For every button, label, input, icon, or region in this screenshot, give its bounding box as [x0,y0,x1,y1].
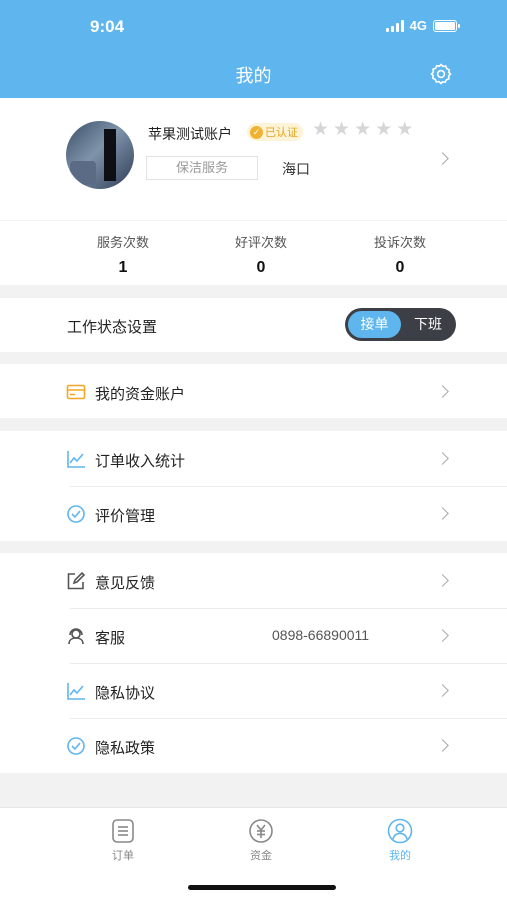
tab-orders[interactable]: 订单 [83,818,163,863]
yuan-icon [249,819,273,843]
certified-badge: ✓ 已认证 [247,123,303,141]
menu-label: 我的资金账户 [95,386,186,403]
star-icon: ★ [333,119,351,140]
profile-card[interactable]: 苹果测试账户 ✓ 已认证 ★ ★ ★ ★ ★ 保洁服务 海口 [0,98,507,220]
certified-icon: ✓ [250,125,263,139]
chevron-right-icon [436,507,449,520]
account-name: 苹果测试账户 [148,126,232,142]
menu-label: 隐私政策 [95,740,156,757]
edit-note-icon [67,571,86,590]
stat-good-review-count: 好评次数 0 [201,232,321,277]
menu-item-review-management[interactable]: 评价管理 [0,486,507,541]
battery-icon [433,19,460,32]
stats-bar: 服务次数 1 好评次数 0 投诉次数 0 [0,221,507,285]
star-icon: ★ [375,119,393,140]
rating-stars: ★ ★ ★ ★ ★ [312,120,413,140]
toggle-accept-orders[interactable]: 接单 [348,311,401,338]
signal-icon [385,19,404,32]
work-status-toggle[interactable]: 接单 下班 [345,308,456,341]
status-indicators: 4G [385,18,460,33]
stat-label: 服务次数 [96,235,149,250]
menu-item-income-stats[interactable]: 订单收入统计 [0,431,507,486]
review-check-icon [67,505,85,523]
chevron-right-icon [436,684,449,697]
chevron-right-icon [436,739,449,752]
service-type-tag: 保洁服务 [146,156,258,180]
stat-complaint-count: 投诉次数 0 [340,232,460,277]
menu-item-privacy-policy[interactable]: 隐私政策 [0,718,507,773]
menu-item-fund-account[interactable]: 我的资金账户 [0,364,507,419]
wallet-card-icon [66,384,86,400]
menu-group-support: 意见反馈 客服 0898-66890011 隐私协议 隐私政策 [0,553,507,773]
certified-label: 已认证 [265,127,298,139]
stat-label: 好评次数 [234,235,287,250]
tab-mine[interactable]: 我的 [360,818,440,863]
menu-item-privacy-agreement[interactable]: 隐私协议 [0,663,507,718]
menu-label: 意见反馈 [95,575,156,592]
menu-label: 订单收入统计 [95,453,186,470]
toggle-off-duty[interactable]: 下班 [403,311,453,338]
review-check-icon [67,737,85,755]
line-chart-icon [67,451,85,468]
menu-item-customer-service[interactable]: 客服 0898-66890011 [0,608,507,663]
star-icon: ★ [396,119,414,140]
menu-label: 评价管理 [95,508,156,525]
star-icon: ★ [354,119,372,140]
avatar [66,121,134,189]
work-status-label: 工作状态设置 [67,319,158,336]
menu-label: 隐私协议 [95,685,156,702]
tab-label: 我的 [389,850,411,862]
home-indicator [188,885,336,890]
stat-value: 1 [118,259,128,276]
headset-agent-icon [68,628,84,645]
stat-value: 0 [395,259,405,276]
stat-label: 投诉次数 [373,235,426,250]
tab-label: 资金 [250,850,272,862]
tab-funds[interactable]: 资金 [221,818,301,863]
user-icon [387,818,413,844]
tab-label: 订单 [112,850,134,862]
line-chart-icon [67,683,85,700]
menu-item-feedback[interactable]: 意见反馈 [0,553,507,608]
status-time: 9:04 [90,17,125,36]
status-bar: 9:04 4G [0,0,507,48]
menu-group-account: 我的资金账户 [0,364,507,418]
chevron-right-icon [436,152,449,165]
header: 9:04 4G 我的 [0,0,507,98]
star-icon: ★ [312,119,330,140]
city-label: 海口 [282,161,310,177]
chevron-right-icon [436,452,449,465]
work-status-row: 工作状态设置 接单 下班 [0,298,507,352]
chevron-right-icon [436,385,449,398]
settings-gear-icon[interactable] [429,62,453,86]
chevron-right-icon [436,629,449,642]
stat-value: 0 [256,259,266,276]
menu-group-stats: 订单收入统计 评价管理 [0,431,507,541]
service-phone[interactable]: 0898-66890011 [272,627,369,643]
menu-label: 客服 [95,630,126,647]
order-list-icon [112,819,134,843]
chevron-right-icon [436,574,449,587]
network-type: 4G [409,18,427,33]
stat-service-count: 服务次数 1 [63,232,183,277]
